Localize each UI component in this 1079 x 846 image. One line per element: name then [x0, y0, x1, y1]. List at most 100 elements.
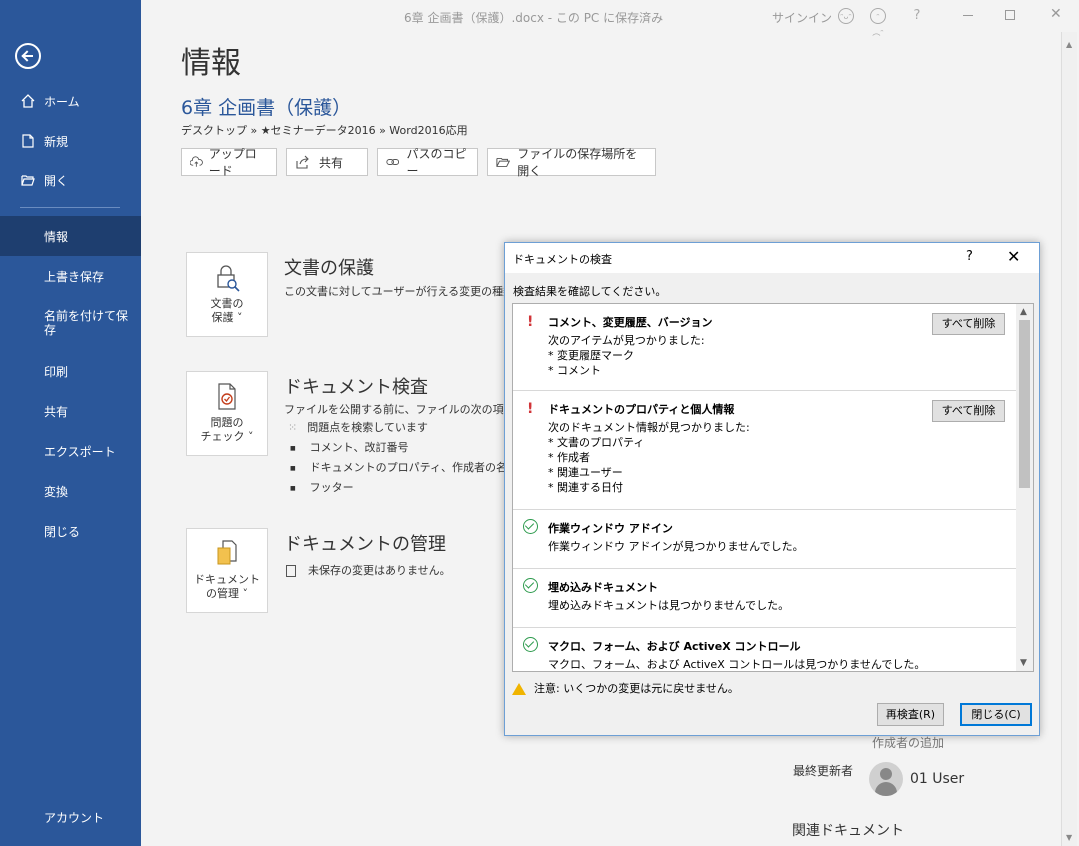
upload-icon — [190, 156, 203, 167]
dialog-help-icon[interactable]: ? — [966, 249, 973, 264]
inspect-bullet: ドキュメントのプロパティ、作成者の名前、 — [290, 459, 529, 475]
result-macros: マクロ、フォーム、および ActiveX コントロール マクロ、フォーム、および… — [513, 628, 1016, 671]
undo-warning: 注意: いくつかの変更は元に戻せません。 — [512, 680, 739, 696]
tile-label: チェック ˅ — [200, 430, 254, 443]
dialog-title: ドキュメントの検査 — [513, 253, 612, 266]
upload-label: アップロード — [208, 147, 257, 178]
manage-section-desc: 未保存の変更はありません。 — [286, 562, 451, 578]
back-arrow-icon[interactable] — [15, 43, 41, 69]
inspection-results-list: ! コメント、変更履歴、バージョン 次のアイテムが見つかりました: * 変更履歴… — [512, 303, 1034, 672]
sidebar-item-save-as[interactable]: 名前を付けて保存 — [0, 303, 141, 343]
smile-icon[interactable]: ᵔᴗᵔ — [838, 8, 854, 24]
help-icon[interactable]: ? — [909, 8, 925, 24]
close-button[interactable]: 閉じる(C) — [960, 703, 1032, 726]
backstage-sidebar: ホーム 新規 開く 情報 上書き保存 名前を付けて保存 印刷 共有 エクスポート… — [0, 0, 141, 846]
sidebar-item-share[interactable]: 共有 — [0, 391, 141, 431]
sidebar-item-print[interactable]: 印刷 — [0, 351, 141, 391]
scroll-down-icon[interactable]: ▼ — [1020, 658, 1027, 668]
check-issues-tile[interactable]: 問題の チェック ˅ — [186, 371, 268, 456]
sidebar-item-open[interactable]: 開く — [0, 160, 141, 200]
title-bar: 6章 企画書（保護）.docx - この PC に保存済み サインイン ᵔᴗᵔ … — [141, 0, 1079, 37]
tile-label: 保護 ˅ — [211, 311, 243, 324]
new-document-icon — [22, 134, 34, 148]
result-text: マクロ、フォーム、および ActiveX コントロールは見つかりませんでした。 — [548, 658, 926, 671]
sidebar-item-label: エクスポート — [44, 444, 116, 459]
last-modified-label: 最終更新者 — [793, 764, 854, 778]
result-text: 埋め込みドキュメントは見つかりませんでした。 — [548, 599, 790, 612]
upload-button[interactable]: アップロード — [181, 147, 277, 178]
check-circle-icon — [523, 578, 538, 593]
scroll-down-icon[interactable]: ▼ — [1066, 833, 1072, 842]
result-properties: ! ドキュメントのプロパティと個人情報 次のドキュメント情報が見つかりました: … — [513, 391, 1016, 510]
tile-label: 問題の — [210, 416, 244, 429]
results-scrollbar[interactable]: ▲ ▼ — [1016, 304, 1033, 671]
sidebar-item-label: 開く — [44, 173, 69, 188]
share-icon — [296, 155, 309, 169]
sidebar-item-transform[interactable]: 変換 — [0, 471, 141, 511]
sidebar-item-home[interactable]: ホーム — [0, 81, 141, 121]
manage-document-tile[interactable]: ドキュメント の管理 ˅ — [186, 528, 268, 613]
share-button[interactable]: 共有 — [286, 148, 368, 176]
tile-label: ドキュメント — [194, 573, 260, 586]
folder-open-icon — [21, 175, 35, 186]
remove-all-button[interactable]: すべて削除 — [932, 400, 1005, 422]
sidebar-item-close[interactable]: 閉じる — [0, 511, 141, 551]
warning-text: 注意: いくつかの変更は元に戻せません。 — [534, 682, 739, 695]
dialog-close-icon[interactable]: ✕ — [1007, 247, 1020, 266]
lock-search-icon — [217, 265, 240, 292]
page-title: 情報 — [181, 46, 241, 81]
result-title: マクロ、フォーム、および ActiveX コントロール — [548, 640, 801, 653]
scroll-up-icon[interactable]: ▲ — [1066, 40, 1072, 49]
result-taskpane-addins: 作業ウィンドウ アドイン 作業ウィンドウ アドインが見つかりませんでした。 — [513, 510, 1016, 569]
scroll-thumb[interactable] — [1019, 320, 1030, 488]
reinspect-button[interactable]: 再検査(R) — [877, 703, 944, 726]
add-author-link[interactable]: 作成者の追加 — [872, 734, 944, 751]
result-title: 作業ウィンドウ アドイン — [548, 522, 673, 535]
document-icon — [286, 565, 296, 577]
check-circle-icon — [523, 637, 538, 652]
result-text: 次のドキュメント情報が見つかりました: * 文書のプロパティ * 作成者 * 関… — [548, 421, 750, 494]
sidebar-item-export[interactable]: エクスポート — [0, 431, 141, 471]
result-comments: ! コメント、変更履歴、バージョン 次のアイテムが見つかりました: * 変更履歴… — [513, 304, 1016, 391]
result-text: 次のアイテムが見つかりました: * 変更履歴マーク * コメント — [548, 334, 705, 377]
sidebar-item-new[interactable]: 新規 — [0, 121, 141, 161]
sidebar-item-info[interactable]: 情報 — [0, 216, 141, 256]
sidebar-item-account[interactable]: アカウント — [0, 797, 141, 837]
sidebar-item-save[interactable]: 上書き保存 — [0, 256, 141, 296]
link-icon — [386, 159, 400, 165]
result-text: 作業ウィンドウ アドインが見つかりませんでした。 — [548, 540, 804, 553]
sidebar-item-label: 印刷 — [44, 364, 69, 379]
result-title: コメント、変更履歴、バージョン — [548, 316, 713, 329]
sidebar-item-label: 共有 — [44, 404, 69, 419]
sidebar-item-label: 情報 — [44, 229, 69, 244]
spinner-icon: ⁙ — [288, 421, 298, 434]
protect-document-tile[interactable]: 文書の 保護 ˅ — [186, 252, 268, 337]
minimize-icon[interactable] — [963, 15, 973, 16]
protect-section-title: 文書の保護 — [284, 258, 374, 279]
check-circle-icon — [523, 519, 538, 534]
inspect-section-title: ドキュメント検査 — [284, 377, 428, 398]
check-document-icon — [218, 383, 236, 410]
open-file-location-button[interactable]: ファイルの保存場所を開く — [487, 147, 656, 178]
frown-icon[interactable]: ᵔ︵ᵔ — [870, 8, 886, 37]
tile-label: 文書の — [210, 297, 244, 310]
copy-path-label: パスのコピー — [406, 147, 467, 178]
manage-document-icon — [217, 540, 237, 565]
sidebar-item-label: 閉じる — [44, 524, 81, 539]
manage-section-title: ドキュメントの管理 — [284, 534, 446, 555]
inspect-bullet: フッター — [290, 479, 354, 495]
searching-status: ⁙ 問題点を検索しています — [288, 419, 428, 435]
signin-link[interactable]: サインイン — [772, 9, 832, 26]
maximize-icon[interactable] — [1005, 10, 1015, 20]
avatar — [869, 762, 903, 796]
close-icon[interactable]: ✕ — [1050, 6, 1062, 22]
copy-path-button[interactable]: パスのコピー — [377, 147, 478, 178]
user-name: 01 User — [910, 771, 965, 787]
sidebar-item-label: 変換 — [44, 484, 69, 499]
document-name: 6章 企画書（保護） — [181, 97, 352, 119]
scroll-up-icon[interactable]: ▲ — [1020, 307, 1027, 317]
open-file-location-label: ファイルの保存場所を開く — [517, 147, 638, 178]
remove-all-button[interactable]: すべて削除 — [932, 313, 1005, 335]
inspect-section-desc: ファイルを公開する前に、ファイルの次の項目を確 — [284, 403, 537, 416]
main-scrollbar[interactable]: ▲ ▼ — [1061, 32, 1077, 846]
